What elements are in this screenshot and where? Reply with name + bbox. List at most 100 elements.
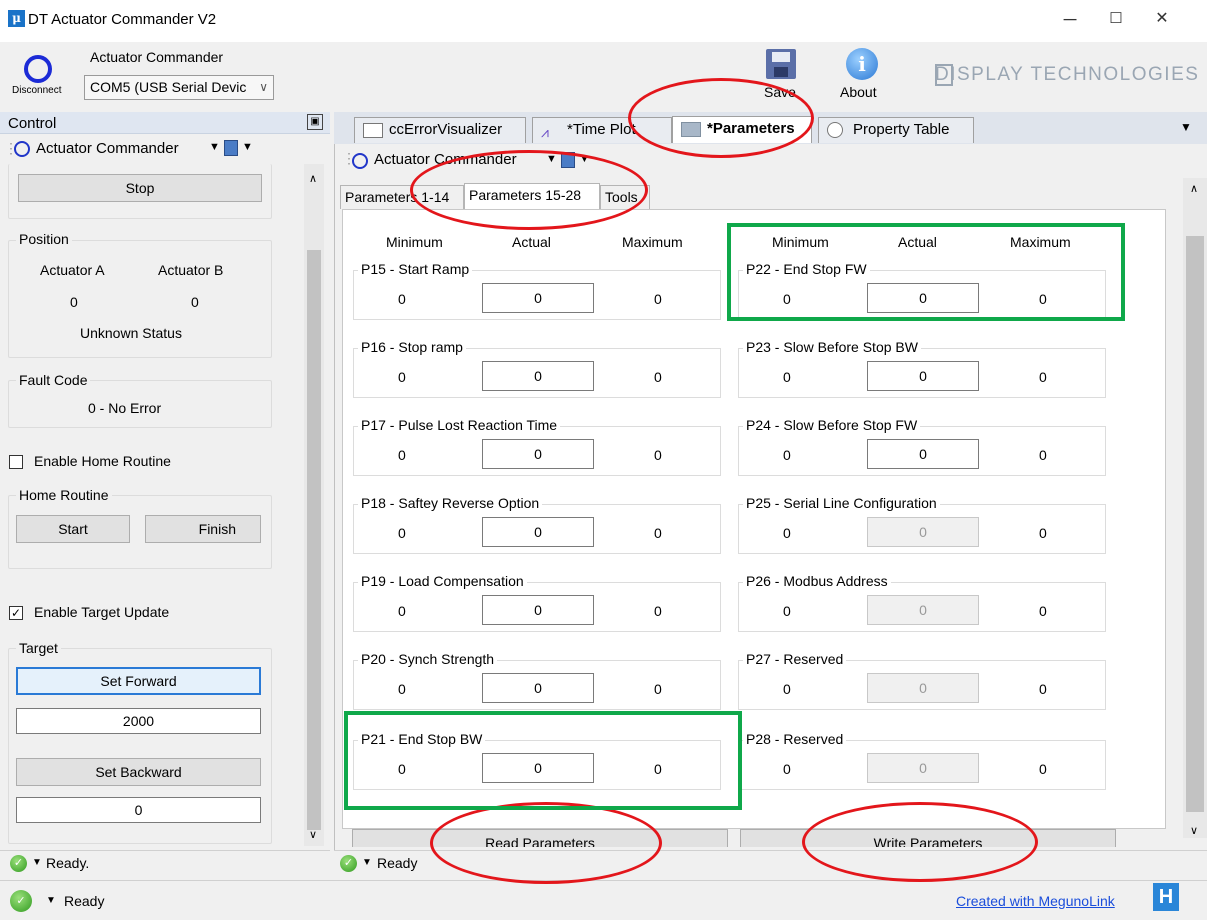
position-title: Position [16,231,72,247]
stop-button[interactable]: Stop [18,174,262,202]
parameter-minimum: 0 [398,603,406,619]
pin-icon[interactable]: ▣ [307,114,323,130]
parameters-status: Ready [377,855,418,871]
dropdown-arrow-icon[interactable]: ▼ [209,141,220,153]
visualizer-icon [363,123,383,138]
parameter-minimum: 0 [398,681,406,697]
parameter-group: P15 - Start Ramp 0 0 0 [353,261,721,320]
parameter-name: P17 - Pulse Lost Reaction Time [358,417,561,433]
ok-icon: ✓ [340,855,357,872]
tab-overflow-icon[interactable]: ▼ [1180,120,1192,134]
left-col-maximum: Maximum [622,234,683,250]
forward-value-input[interactable]: 2000 [16,708,261,734]
copy-icon[interactable] [224,140,238,156]
megunolink-logo-icon[interactable]: H [1153,883,1179,911]
backward-value-input[interactable]: 0 [16,797,261,823]
parameter-minimum: 0 [783,603,791,619]
scroll-down-icon[interactable]: ∨ [309,828,317,841]
window-title: DT Actuator Commander V2 [28,11,217,28]
tab-property-table[interactable]: Property Table [818,117,974,143]
megunolink-link[interactable]: Created with MegunoLink [956,893,1115,909]
parameter-maximum: 0 [1039,681,1047,697]
parameter-actual-input[interactable]: 0 [482,595,594,625]
info-icon[interactable]: i [846,48,878,80]
tab-error-visualizer[interactable]: ccErrorVisualizer [354,117,526,143]
disconnect-label[interactable]: Disconnect [12,85,61,96]
status-dropdown-icon[interactable]: ▼ [46,895,56,906]
annotation-circle [628,78,814,158]
disconnect-icon[interactable] [24,55,52,83]
control-toolbar-label[interactable]: Actuator Commander [36,140,179,157]
minimize-button[interactable]: ─ [1047,4,1093,36]
home-start-button[interactable]: Start [16,515,130,543]
property-icon [827,122,843,138]
enable-target-checkbox[interactable]: ✓ [9,606,23,620]
parameter-minimum: 0 [398,447,406,463]
copy-dropdown-icon[interactable]: ▼ [242,141,253,153]
parameter-name: P16 - Stop ramp [358,339,466,355]
control-scrollbar-thumb[interactable] [307,250,321,830]
footer-status: Ready [64,893,105,909]
parameter-actual-input[interactable]: 0 [867,673,979,703]
target-title: Target [16,640,61,656]
about-button[interactable]: About [840,84,877,100]
control-status: Ready. [46,855,90,871]
annotation-circle [430,802,662,884]
parameter-minimum: 0 [783,681,791,697]
enable-home-label[interactable]: Enable Home Routine [34,453,171,469]
enable-home-checkbox[interactable] [9,455,23,469]
status-dropdown-icon[interactable]: ▼ [32,857,42,868]
parameter-name: P20 - Synch Strength [358,651,498,667]
parameter-actual-input[interactable]: 0 [867,595,979,625]
set-backward-button[interactable]: Set Backward [16,758,261,786]
parameter-maximum: 0 [654,369,662,385]
annotation-circle [802,802,1038,882]
annotation-box [727,223,1125,321]
parameter-actual-input[interactable]: 0 [482,673,594,703]
scroll-up-icon[interactable]: ∧ [309,172,317,185]
left-col-actual: Actual [512,234,551,250]
actuator-commander-icon[interactable] [352,153,368,169]
tab-label: *Time Plot [567,121,636,138]
brand-logo: DISPLAY TECHNOLOGIES [935,64,1200,85]
position-status: Unknown Status [80,325,182,341]
control-title: Control [8,115,57,132]
parameter-actual-input[interactable]: 0 [867,517,979,547]
parameter-group: P27 - Reserved 0 0 0 [738,651,1106,710]
parameter-name: P19 - Load Compensation [358,573,527,589]
parameter-name: P24 - Slow Before Stop FW [743,417,921,433]
actuator-commander-icon[interactable] [14,141,30,157]
parameter-actual-input[interactable]: 0 [482,283,594,313]
parameter-maximum: 0 [654,525,662,541]
port-select[interactable]: COM5 (USB Serial Devic ∨ [84,75,274,100]
parameter-group: P16 - Stop ramp 0 0 0 [353,339,721,398]
parameter-actual-input[interactable]: 0 [482,361,594,391]
parameter-actual-input[interactable]: 0 [482,517,594,547]
parameter-group: P23 - Slow Before Stop BW 0 0 0 [738,339,1106,398]
actuator-a-label: Actuator A [40,262,105,278]
home-finish-button[interactable]: Finish [145,515,261,543]
set-forward-button[interactable]: Set Forward [16,667,261,695]
parameter-group: P24 - Slow Before Stop FW 0 0 0 [738,417,1106,476]
ok-icon: ✓ [10,890,32,912]
status-dropdown-icon[interactable]: ▼ [362,857,372,868]
enable-target-label[interactable]: Enable Target Update [34,604,169,620]
parameter-maximum: 0 [654,603,662,619]
parameter-actual-input[interactable]: 0 [867,753,979,783]
parameter-maximum: 0 [1039,761,1047,777]
maximize-button[interactable]: ☐ [1093,4,1139,36]
scroll-down-icon[interactable]: ∨ [1190,824,1198,837]
parameter-name: P27 - Reserved [743,651,847,667]
parameter-name: P18 - Saftey Reverse Option [358,495,543,511]
ok-icon: ✓ [10,855,27,872]
parameters-scrollbar-thumb[interactable] [1186,236,1204,812]
scroll-up-icon[interactable]: ∧ [1190,182,1198,195]
parameter-actual-input[interactable]: 0 [867,361,979,391]
parameter-minimum: 0 [783,761,791,777]
tab-label: ccErrorVisualizer [389,121,503,138]
parameter-minimum: 0 [398,525,406,541]
save-icon[interactable] [766,49,796,79]
parameter-actual-input[interactable]: 0 [482,439,594,469]
close-button[interactable]: ✕ [1139,4,1185,36]
parameter-actual-input[interactable]: 0 [867,439,979,469]
